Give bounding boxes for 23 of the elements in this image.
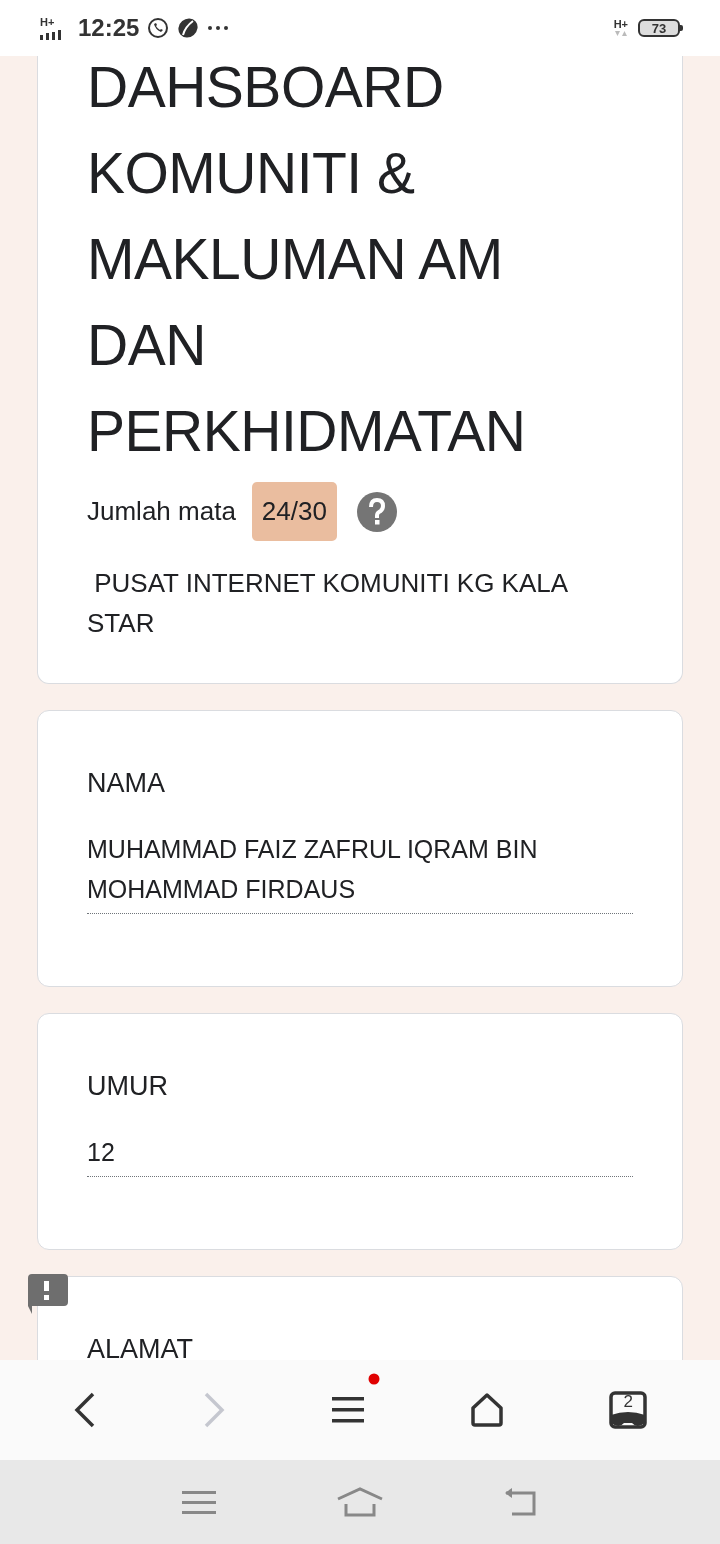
form-title: DAHSBOARD KOMUNITI & MAKLUMAN AM DAN PERKHIDMATAN: [87, 56, 527, 465]
question-label: ALAMAT: [87, 1333, 195, 1360]
question-label: UMUR: [87, 1070, 169, 1103]
menu-icon[interactable]: [332, 1395, 364, 1425]
chat-app-icon: [147, 17, 170, 39]
question-label: NAMA: [87, 767, 166, 800]
incognito-tabs-icon: [609, 1391, 648, 1429]
form-description: PUSAT INTERNET KOMUNITI KG KALA STAR: [87, 567, 569, 640]
network-type-label: H+: [40, 16, 56, 28]
answer-field[interactable]: 12: [87, 1132, 633, 1177]
home-icon[interactable]: [469, 1392, 504, 1428]
more-icon: [207, 25, 230, 31]
help-icon[interactable]: [356, 491, 397, 532]
clock: 12:25: [78, 14, 140, 42]
battery-indicator: 73: [638, 19, 680, 37]
tabs-button[interactable]: 2: [609, 1391, 648, 1429]
data-arrows-icon: [614, 31, 627, 37]
score-label: Jumlah mata: [87, 496, 236, 527]
back-icon[interactable]: [72, 1390, 97, 1430]
recent-apps-icon[interactable]: [182, 1488, 216, 1516]
answer-field[interactable]: MUHAMMAD FAIZ ZAFRUL IQRAM BIN MOHAMMAD FIRDAUS: [87, 829, 633, 914]
network-type-label: H+: [613, 19, 628, 30]
score-badge: 24/30: [251, 482, 337, 541]
